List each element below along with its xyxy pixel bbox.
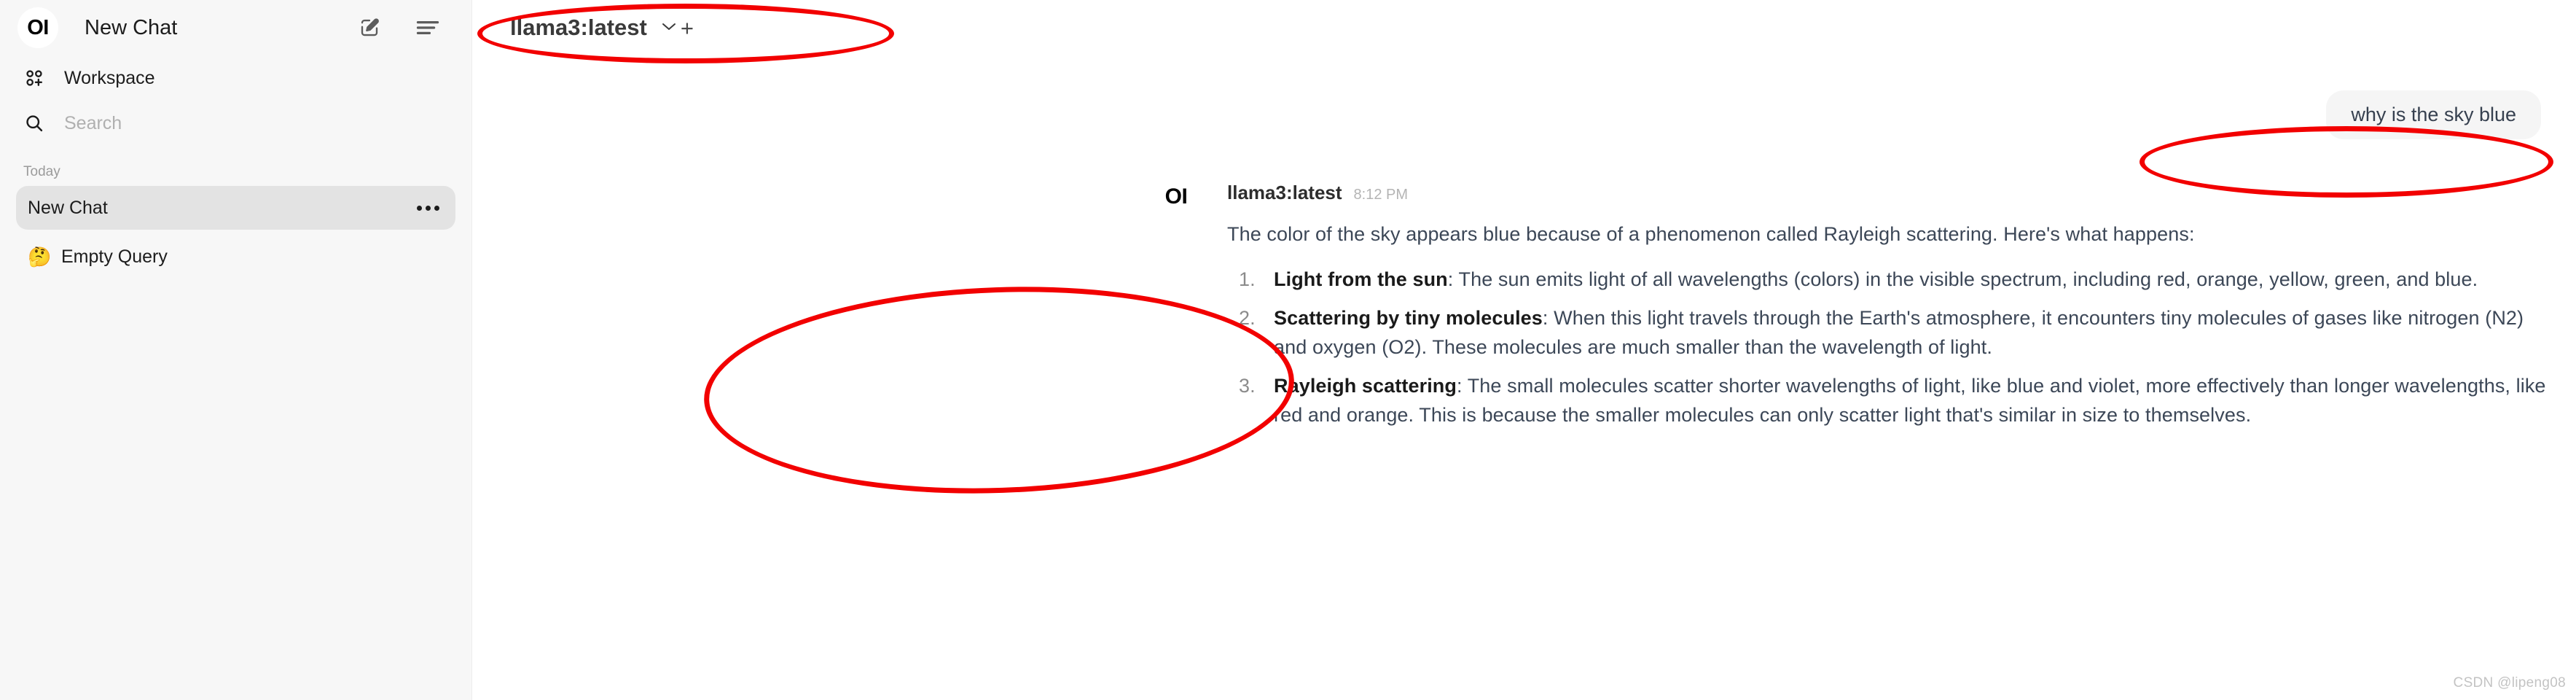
- new-chat-icon[interactable]: [355, 13, 384, 42]
- assistant-intro-paragraph: The color of the sky appears blue becaus…: [1227, 223, 2195, 245]
- assistant-message-header: llama3:latest 8:12 PM: [1227, 182, 2547, 204]
- assistant-numbered-list: Light from the sun: The sun emits light …: [1227, 265, 2547, 430]
- list-item: Rayleigh scattering: The small molecules…: [1239, 372, 2547, 430]
- user-message-bubble: why is the sky blue: [2326, 90, 2541, 139]
- model-selector-label: llama3:latest: [510, 15, 647, 40]
- search-placeholder: Search: [64, 112, 122, 133]
- list-item-title: Scattering by tiny molecules: [1274, 306, 1543, 329]
- sidebar-item-workspace-label: Workspace: [64, 67, 155, 88]
- list-item: Light from the sun: The sun emits light …: [1239, 265, 2547, 295]
- model-selector[interactable]: llama3:latest: [510, 15, 678, 41]
- chevron-down-icon[interactable]: [660, 20, 678, 36]
- more-options-icon[interactable]: [417, 205, 439, 211]
- assistant-avatar: OI: [1157, 182, 1195, 440]
- sidebar-item-workspace[interactable]: Workspace: [16, 55, 455, 101]
- assistant-message-row: OI llama3:latest 8:12 PM The color of th…: [472, 182, 2576, 440]
- assistant-name: llama3:latest: [1227, 182, 1342, 203]
- search-input[interactable]: Search: [16, 101, 455, 146]
- sidebar-item-empty-query[interactable]: 🤔 Empty Query: [16, 236, 455, 278]
- sidebar-item-empty-query-label: Empty Query: [61, 246, 168, 267]
- assistant-message-body: llama3:latest 8:12 PM The color of the s…: [1227, 182, 2547, 440]
- app-logo: OI: [17, 7, 58, 48]
- add-model-button[interactable]: +: [681, 17, 694, 39]
- sidebar: OI New Chat Workspace Search Today New C…: [0, 0, 472, 700]
- list-item-text: : The sun emits light of all wavelengths…: [1447, 268, 2478, 290]
- toggle-sidebar-icon[interactable]: [413, 13, 442, 42]
- list-item-title: Light from the sun: [1274, 268, 1448, 290]
- thinking-face-icon: 🤔: [28, 246, 52, 268]
- main-content: llama3:latest + why is the sky blue OI l…: [472, 0, 2576, 700]
- sidebar-title: New Chat: [85, 15, 178, 39]
- list-item-text: : The small molecules scatter shorter wa…: [1274, 374, 2546, 426]
- sidebar-header-actions: [355, 13, 447, 42]
- user-message-row: why is the sky blue: [472, 90, 2576, 139]
- assistant-timestamp: 8:12 PM: [1353, 187, 1409, 203]
- list-item-title: Rayleigh scattering: [1274, 374, 1457, 397]
- sidebar-header: OI New Chat: [16, 0, 455, 55]
- list-item: Scattering by tiny molecules: When this …: [1239, 304, 2547, 362]
- chat-header: llama3:latest +: [472, 0, 2576, 55]
- workspace-grid-icon: [22, 66, 47, 90]
- app-root: OI New Chat Workspace Search Today New C…: [0, 0, 2576, 700]
- chat-history-section-label: Today: [23, 164, 60, 179]
- assistant-avatar-text: OI: [1164, 184, 1188, 209]
- chat-history-item-label: New Chat: [28, 197, 108, 218]
- chat-history-item[interactable]: New Chat: [16, 186, 455, 230]
- watermark: CSDN @lipeng08: [2453, 675, 2566, 691]
- app-logo-text: OI: [27, 15, 49, 39]
- search-icon: [22, 111, 47, 136]
